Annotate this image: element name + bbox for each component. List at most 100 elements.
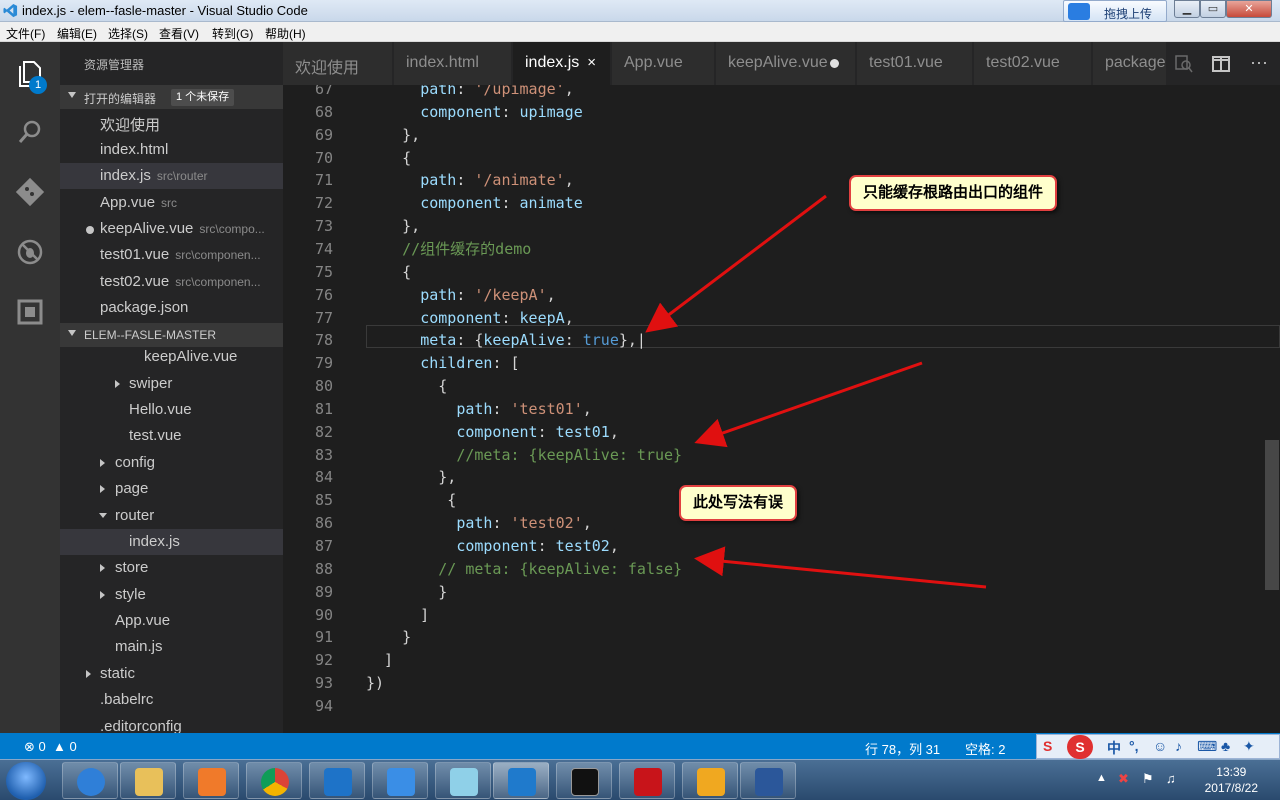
tools-icon[interactable]: ✦ [1243, 738, 1255, 755]
tree-item[interactable]: .editorconfig [60, 714, 283, 733]
menu-goto[interactable]: 转到(G) [212, 25, 253, 42]
code-line[interactable]: 76 path: '/keepA', [283, 284, 1280, 307]
maximize-button[interactable]: ▭ [1200, 0, 1226, 18]
code-line[interactable]: 90 ] [283, 604, 1280, 627]
tree-folder[interactable]: router [60, 503, 283, 529]
cursor-position[interactable]: 行 78，列 31 [865, 739, 940, 758]
taskbar-cmd[interactable] [556, 762, 612, 799]
tree-item[interactable]: test.vue [60, 423, 283, 449]
taskbar-media[interactable] [183, 762, 239, 799]
open-editors-header[interactable]: 打开的编辑器 1 个未保存 [60, 85, 283, 109]
tab-keepalive-vue[interactable]: keepAlive.vue [716, 42, 856, 85]
tree-item[interactable]: App.vue [60, 608, 283, 634]
open-editor-item[interactable]: keepAlive.vue src\compo... [60, 216, 283, 242]
open-editor-item[interactable]: test02.vue src\componen... [60, 269, 283, 295]
ime-mode[interactable]: 中 [1107, 738, 1121, 758]
sogou-icon[interactable]: S [1043, 738, 1052, 754]
tree-folder[interactable]: config [60, 450, 283, 476]
taskbar-chrome[interactable] [246, 762, 302, 799]
code-line[interactable]: 68 component: upimage [283, 101, 1280, 124]
tree-item[interactable]: index.js [60, 529, 283, 555]
emoji-icon[interactable]: ☺ [1153, 738, 1167, 754]
close-tab-icon[interactable]: × [587, 54, 596, 71]
split-editor-icon[interactable] [1212, 55, 1230, 73]
more-actions-icon[interactable]: ··· [1250, 52, 1268, 73]
errors-indicator[interactable]: ⊗ 0 ▲ 0 [24, 739, 77, 755]
search-icon[interactable] [15, 117, 45, 147]
taskbar-pdf[interactable] [619, 762, 675, 799]
tree-item[interactable]: .babelrc [60, 687, 283, 713]
code-line[interactable]: 73 }, [283, 215, 1280, 238]
tree-folder[interactable]: store [60, 555, 283, 581]
taskbar-word[interactable] [740, 762, 796, 799]
code-line[interactable]: 77 component: keepA, [283, 307, 1280, 330]
menu-edit[interactable]: 编辑(E) [57, 25, 97, 42]
open-editor-item[interactable]: index.html [60, 137, 283, 163]
tab-app-vue[interactable]: App.vue [612, 42, 715, 85]
menu-view[interactable]: 查看(V) [159, 25, 199, 42]
code-editor[interactable]: 67 path: '/upimage', 68 component: upimag… [283, 85, 1280, 733]
taskbar-baidu-cloud[interactable] [372, 762, 428, 799]
code-line[interactable]: 78 meta: {keepAlive: true},| [283, 329, 1280, 352]
flag-icon[interactable]: ⚑ [1142, 771, 1154, 787]
extensions-icon[interactable] [15, 297, 45, 327]
close-window-button[interactable]: ✕ [1226, 0, 1272, 18]
code-line[interactable]: 74 //组件缓存的demo [283, 238, 1280, 261]
tree-folder[interactable]: style [60, 582, 283, 608]
open-editor-item[interactable]: App.vue src [60, 190, 283, 216]
tree-folder[interactable]: static [60, 661, 283, 687]
code-line[interactable]: 69 }, [283, 124, 1280, 147]
indentation[interactable]: 空格: 2 [965, 739, 1005, 758]
code-line[interactable]: 79 children: [ [283, 352, 1280, 375]
code-line[interactable]: 93}) [283, 672, 1280, 695]
code-line[interactable]: 81 path: 'test01', [283, 398, 1280, 421]
code-line[interactable]: 71 path: '/animate', [283, 169, 1280, 192]
editor-scrollbar[interactable] [1265, 440, 1279, 590]
taskbar-clock[interactable]: 13:39 2017/8/22 [1205, 764, 1258, 796]
punctuation-icon[interactable]: °, [1129, 738, 1139, 754]
cloud-upload-button[interactable]: 拖拽上传 [1063, 0, 1167, 22]
network-icon[interactable]: ✖ [1118, 771, 1129, 787]
open-editor-item[interactable]: 欢迎使用 [60, 110, 283, 136]
open-editor-item[interactable]: package.json [60, 295, 283, 321]
taskbar-lync[interactable] [309, 762, 365, 799]
menu-help[interactable]: 帮助(H) [265, 25, 306, 42]
open-editor-item[interactable]: test01.vue src\componen... [60, 242, 283, 268]
tree-item[interactable]: Hello.vue [60, 397, 283, 423]
tab-index-js[interactable]: index.js × [513, 42, 611, 85]
open-editor-item[interactable]: index.js src\router [60, 163, 283, 189]
code-line[interactable]: 80 { [283, 375, 1280, 398]
taskbar-outlook[interactable] [682, 762, 738, 799]
code-line[interactable]: 87 component: test02, [283, 535, 1280, 558]
taskbar-ie[interactable] [62, 762, 118, 799]
taskbar-explorer[interactable] [120, 762, 176, 799]
tab-test02-vue[interactable]: test02.vue [974, 42, 1092, 85]
tree-item[interactable]: main.js [60, 634, 283, 660]
code-line[interactable]: 92 ] [283, 649, 1280, 672]
code-line[interactable]: 70 { [283, 147, 1280, 170]
tray-expand-icon[interactable]: ▲ [1096, 772, 1107, 784]
taskbar-app[interactable] [435, 762, 491, 799]
sogou-logo-icon[interactable]: S [1067, 735, 1093, 759]
mic-icon[interactable]: ♪ [1175, 738, 1182, 754]
code-line[interactable]: 67 path: '/upimage', [283, 85, 1280, 101]
tree-folder[interactable]: swiper [60, 371, 283, 397]
code-line[interactable]: 82 component: test01, [283, 421, 1280, 444]
tree-item[interactable]: keepAlive.vue [60, 344, 283, 370]
code-line[interactable]: 91 } [283, 626, 1280, 649]
code-line[interactable]: 94 [283, 695, 1280, 718]
code-line[interactable]: 72 component: animate [283, 192, 1280, 215]
open-changes-icon[interactable] [1175, 55, 1193, 73]
tab-welcome[interactable]: 欢迎使用 [283, 42, 393, 85]
code-line[interactable]: 75 { [283, 261, 1280, 284]
start-button[interactable] [6, 762, 46, 800]
taskbar-vscode[interactable] [493, 762, 549, 799]
debug-icon[interactable] [15, 237, 45, 267]
tab-index-html[interactable]: index.html [394, 42, 512, 85]
code-line[interactable]: 88 // meta: {keepAlive: false} [283, 558, 1280, 581]
tab-test01-vue[interactable]: test01.vue [857, 42, 973, 85]
volume-icon[interactable]: ♫ [1166, 771, 1176, 786]
menu-file[interactable]: 文件(F) [6, 25, 45, 42]
source-control-icon[interactable] [15, 177, 45, 207]
keyboard-icon[interactable]: ⌨ [1197, 738, 1217, 755]
